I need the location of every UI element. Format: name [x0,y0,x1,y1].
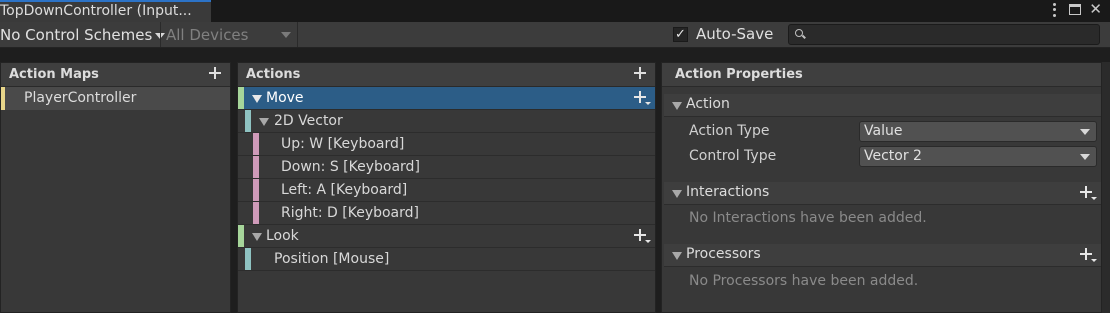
control-type-value: Vector 2 [864,148,922,164]
binding-color-bar [253,179,259,201]
binding-color-bar [253,202,259,224]
scrollbar[interactable] [1102,62,1110,313]
interactions-section-header[interactable]: Interactions [664,182,1101,205]
control-type-dropdown[interactable]: Vector 2 [859,146,1097,167]
composite-label: 2D Vector [274,113,343,129]
expand-triangle-icon[interactable] [252,233,262,241]
binding-label: Down: S [Keyboard] [281,159,420,175]
search-icon [795,29,803,37]
action-properties-header: Action Properties [662,63,1101,87]
processors-section-label: Processors [686,246,761,262]
action-type-dropdown[interactable]: Value [859,121,1097,142]
tab-title: TopDownController (Input... [0,3,192,19]
expand-triangle-icon[interactable] [259,118,269,126]
search-input[interactable] [809,26,1094,43]
composite-color-bar [245,110,251,132]
action-properties-panel: Action Properties Action Action Type Val… [661,62,1102,313]
action-section-label: Action [686,96,730,112]
add-binding-dropdown-icon[interactable] [634,229,651,243]
maximize-icon[interactable] [1069,4,1082,15]
search-field[interactable] [788,24,1100,45]
action-type-value: Value [864,123,903,139]
devices-label: All Devices [166,26,249,44]
toolbar: No Control Schemes All Devices ✓ Auto-Sa… [0,22,1110,48]
action-map-label: PlayerController [24,90,137,106]
binding-row[interactable]: Up: W [Keyboard] [238,133,655,156]
actions-header: Actions [238,63,655,87]
add-action-map-icon[interactable] [209,67,221,79]
action-maps-title: Action Maps [9,67,99,82]
action-label: Move [266,90,304,106]
action-maps-header: Action Maps [1,63,230,87]
chevron-down-icon [1080,129,1090,135]
action-row-move[interactable]: Move [238,87,655,110]
action-map-color-bar [1,87,5,110]
actions-panel: Actions Move 2D Vector Up: W [Keyboard] … [237,62,656,313]
binding-row[interactable]: Position [Mouse] [238,248,655,271]
interactions-empty-message: No Interactions have been added. [689,210,927,226]
binding-row[interactable]: Left: A [Keyboard] [238,179,655,202]
more-options-icon[interactable] [1047,2,1061,18]
action-properties-title: Action Properties [675,67,803,82]
auto-save-toggle[interactable]: ✓ Auto-Save [673,25,773,43]
add-processor-icon[interactable] [1080,248,1097,262]
action-type-label: Action Type [689,123,770,139]
collapse-triangle-icon[interactable] [672,252,682,260]
binding-label: Position [Mouse] [274,251,390,267]
composite-row-2d-vector[interactable]: 2D Vector [238,110,655,133]
control-type-label: Control Type [689,148,777,164]
control-scheme-dropdown[interactable]: No Control Schemes [0,26,166,44]
action-map-item[interactable]: PlayerController [1,87,230,110]
interactions-section-label: Interactions [686,184,770,200]
binding-color-bar [253,133,259,155]
auto-save-label: Auto-Save [696,25,774,43]
action-maps-panel: Action Maps PlayerController [0,62,231,313]
add-action-icon[interactable] [634,67,646,79]
chevron-down-icon [1080,154,1090,160]
action-color-bar [238,87,244,109]
editor-tab[interactable]: TopDownController (Input... [0,0,211,22]
binding-label: Right: D [Keyboard] [281,205,419,221]
action-label: Look [266,228,299,244]
collapse-triangle-icon[interactable] [672,190,682,198]
devices-dropdown[interactable]: All Devices [160,22,298,47]
actions-title: Actions [246,67,301,82]
close-icon[interactable]: ✕ [1089,2,1102,18]
action-section-header[interactable]: Action [664,94,1101,117]
binding-color-bar [245,248,251,270]
window-controls: ✕ [1047,2,1102,18]
add-interaction-icon[interactable] [1080,186,1097,200]
control-scheme-label: No Control Schemes [0,26,153,44]
binding-label: Left: A [Keyboard] [281,182,408,198]
binding-row[interactable]: Down: S [Keyboard] [238,156,655,179]
processors-section-header[interactable]: Processors [664,244,1101,267]
add-binding-dropdown-icon[interactable] [634,91,651,105]
action-row-look[interactable]: Look [238,225,655,248]
binding-label: Up: W [Keyboard] [281,136,405,152]
window-titlebar: TopDownController (Input... ✕ [0,0,1110,22]
expand-triangle-icon[interactable] [252,95,262,103]
collapse-triangle-icon[interactable] [672,102,682,110]
binding-color-bar [253,156,259,178]
processors-empty-message: No Processors have been added. [689,273,919,289]
auto-save-checkbox[interactable]: ✓ [673,26,688,42]
binding-row[interactable]: Right: D [Keyboard] [238,202,655,225]
action-color-bar [238,225,244,247]
chevron-down-icon [281,32,291,38]
